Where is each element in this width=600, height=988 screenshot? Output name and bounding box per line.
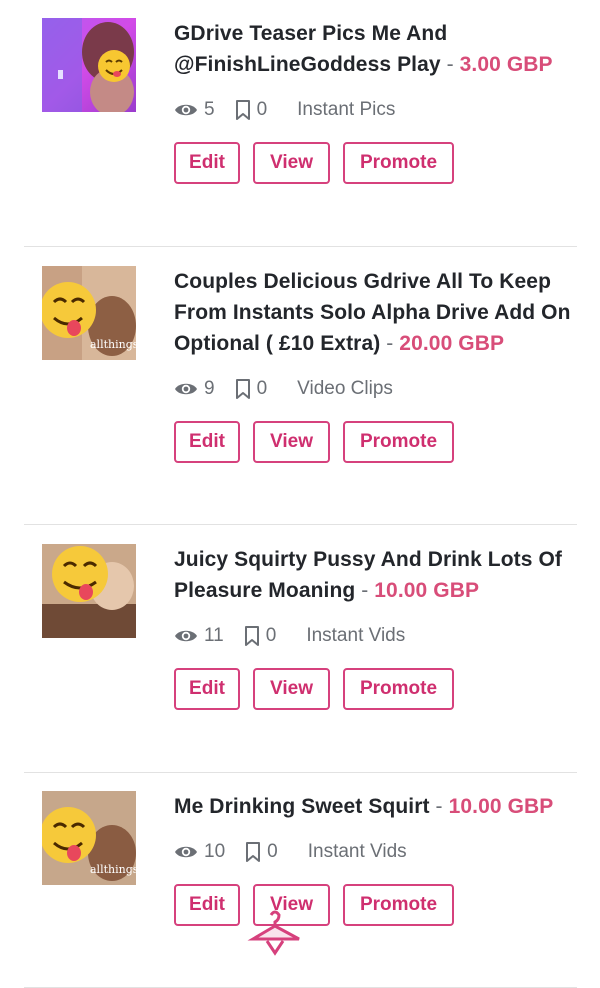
price-separator: -: [386, 332, 394, 355]
views-count: 9: [204, 378, 215, 399]
saves-count: 0: [256, 378, 268, 399]
listing-category[interactable]: Instant Vids: [306, 625, 405, 647]
views-count: 11: [204, 625, 224, 646]
thumbnail-image: allthings: [42, 791, 136, 885]
thumbnail-image: allthings: [42, 266, 136, 360]
views-stat: 9: [174, 378, 215, 400]
listing-category[interactable]: Video Clips: [297, 378, 393, 400]
bookmark-icon: [244, 626, 259, 646]
listing-stats: 5 0 Instant Pics: [174, 90, 574, 130]
saves-stat: 0: [235, 99, 268, 121]
listing-title[interactable]: Juicy Squirty Pussy And Drink Lots Of Pl…: [174, 544, 574, 606]
title-text[interactable]: Couples Delicious Gdrive All To Keep Fro…: [174, 270, 571, 355]
eye-icon: [175, 846, 197, 858]
views-count: 5: [204, 99, 215, 120]
promote-button[interactable]: Promote: [343, 421, 454, 463]
listing-thumbnail[interactable]: allthings: [42, 791, 136, 885]
title-text[interactable]: Me Drinking Sweet Squirt: [174, 795, 430, 818]
bookmark-icon: [235, 100, 250, 120]
saves-count: 0: [267, 841, 278, 862]
bookmark-icon: [235, 379, 250, 399]
edit-button[interactable]: Edit: [174, 142, 240, 184]
saves-count: 0: [265, 625, 277, 646]
bookmark-icon: [246, 842, 261, 862]
thumbnail-image: [42, 18, 136, 112]
listing-item: allthings Couples Delicious Gdrive All T…: [24, 266, 577, 525]
listing-item: GDrive Teaser Pics Me And @FinishLineGod…: [24, 18, 577, 247]
saves-stat: 0: [235, 378, 268, 400]
listing-actions: Edit View Promote: [174, 668, 574, 710]
price-separator: -: [361, 579, 369, 602]
listing-price: 10.00 GBP: [448, 795, 554, 818]
price-separator: -: [446, 53, 454, 76]
listing-title[interactable]: GDrive Teaser Pics Me And @FinishLineGod…: [174, 18, 574, 80]
views-stat: 11: [174, 625, 224, 647]
listing-price: 20.00 GBP: [399, 332, 505, 355]
saves-stat: 0: [244, 625, 277, 647]
eye-icon: [175, 104, 197, 116]
promote-button[interactable]: Promote: [343, 668, 454, 710]
view-button[interactable]: View: [253, 884, 330, 926]
title-text[interactable]: Juicy Squirty Pussy And Drink Lots Of Pl…: [174, 548, 562, 602]
saves-stat: 0: [245, 841, 278, 863]
listing-title[interactable]: Me Drinking Sweet Squirt - 10.00 GBP: [174, 791, 574, 822]
eye-icon: [175, 630, 197, 642]
saves-count: 0: [256, 99, 268, 120]
edit-button[interactable]: Edit: [174, 421, 240, 463]
edit-button[interactable]: Edit: [174, 668, 240, 710]
edit-button[interactable]: Edit: [174, 884, 240, 926]
listing-title[interactable]: Couples Delicious Gdrive All To Keep Fro…: [174, 266, 574, 359]
listing-category[interactable]: Instant Pics: [297, 99, 395, 121]
view-button[interactable]: View: [253, 421, 330, 463]
eye-icon: [175, 383, 197, 395]
listing-item: allthings Me Drinking Sweet Squirt - 10.…: [24, 791, 577, 988]
thumbnail-image: [42, 544, 136, 638]
thumbnail-watermark: allthings: [90, 863, 136, 876]
listing-actions: Edit View Promote: [174, 421, 574, 463]
view-button[interactable]: View: [253, 668, 330, 710]
listing-stats: 10 0 Instant Vids: [174, 832, 574, 872]
listing-stats: 11 0 Instant Vids: [174, 616, 574, 656]
views-stat: 5: [174, 99, 215, 121]
promote-button[interactable]: Promote: [343, 142, 454, 184]
thumbnail-watermark: allthings: [90, 338, 136, 351]
title-text[interactable]: GDrive Teaser Pics Me And @FinishLineGod…: [174, 22, 447, 76]
view-button[interactable]: View: [253, 142, 330, 184]
listing-stats: 9 0 Video Clips: [174, 369, 574, 409]
listing-actions: Edit View Promote: [174, 142, 574, 184]
promote-button[interactable]: Promote: [343, 884, 454, 926]
views-count: 10: [204, 841, 226, 862]
price-separator: -: [435, 795, 443, 818]
listing-price: 3.00 GBP: [459, 53, 553, 76]
views-stat: 10: [174, 841, 225, 863]
listing-actions: Edit View Promote: [174, 884, 574, 926]
listing-thumbnail[interactable]: allthings: [42, 266, 136, 360]
listing-thumbnail[interactable]: [42, 544, 136, 638]
listing-thumbnail[interactable]: [42, 18, 136, 112]
listing-item: Juicy Squirty Pussy And Drink Lots Of Pl…: [24, 544, 577, 773]
listing-category[interactable]: Instant Vids: [308, 841, 407, 863]
listing-price: 10.00 GBP: [374, 579, 480, 602]
